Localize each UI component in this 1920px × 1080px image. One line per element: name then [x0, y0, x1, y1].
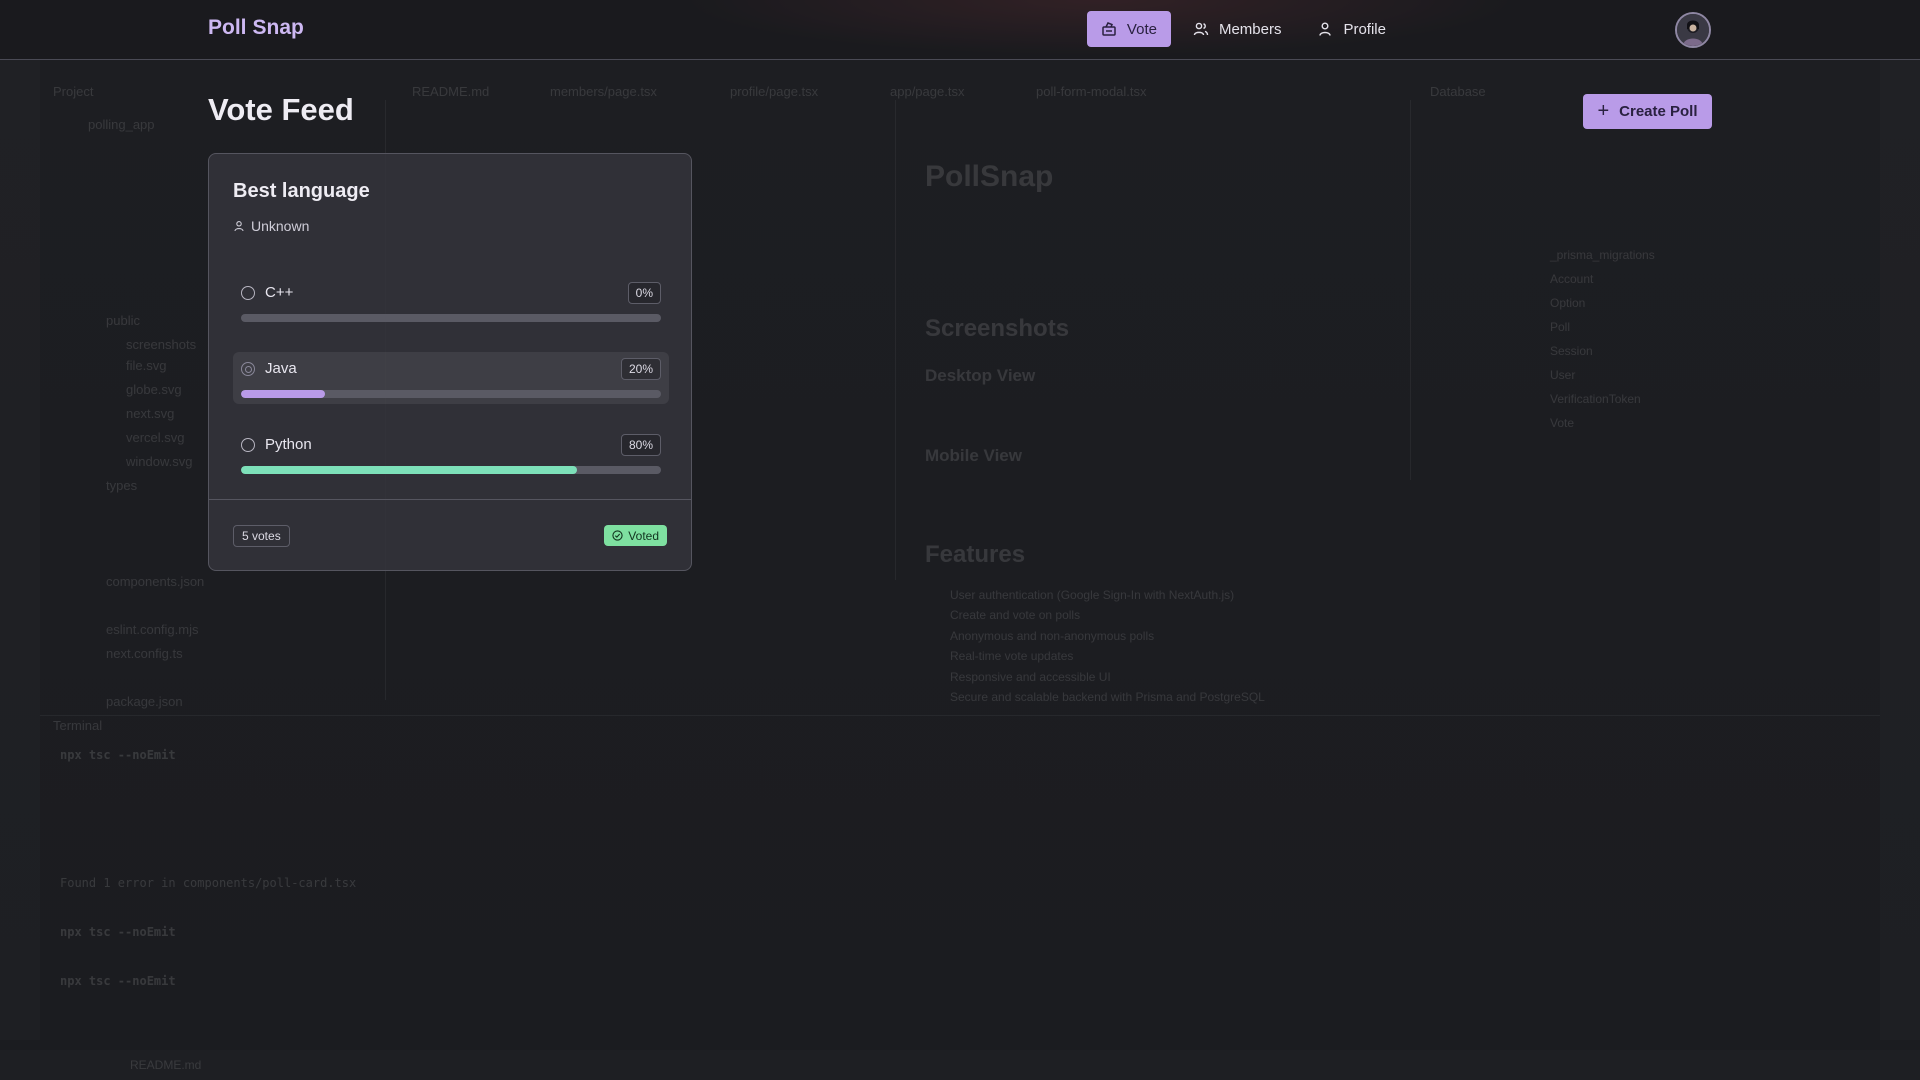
user-icon [1319, 22, 1332, 36]
page-title: Vote Feed [208, 92, 354, 127]
option-percent-badge: 0% [627, 282, 661, 304]
ide-db-table: VerificationToken [1550, 392, 1641, 406]
ide-terminal-line: Found 1 error in components/poll-card.ts… [60, 876, 357, 890]
ide-file: globe.svg [126, 382, 182, 397]
option-radio[interactable] [241, 438, 255, 452]
nav-vote-button[interactable]: Vote [1086, 11, 1171, 47]
brand-word-poll: Poll [208, 16, 247, 39]
ide-root-folder: polling_app [88, 117, 155, 132]
option-radio[interactable] [241, 286, 255, 300]
ide-divider [895, 100, 896, 580]
user-avatar[interactable] [1675, 12, 1711, 48]
ide-preview-section: Desktop View [925, 366, 1036, 385]
app-brand[interactable]: Poll Snap [208, 16, 304, 40]
option-progress-track [241, 314, 661, 322]
user-icon [234, 221, 244, 232]
ide-status-bar [0, 1050, 1920, 1080]
ide-database-label: Database [1430, 84, 1486, 99]
ide-project-label: Project [53, 84, 94, 99]
nav-profile-button[interactable]: Profile [1303, 11, 1400, 47]
top-navbar: Poll Snap Vote Members Profile [0, 0, 1920, 60]
ide-tab: members/page.tsx [550, 84, 657, 99]
ide-divider [1410, 100, 1411, 480]
brand-word-snap: Snap [252, 16, 304, 39]
ide-file: screenshots [126, 337, 197, 352]
option-progress-track [241, 390, 661, 398]
ide-status-file: README.md [130, 1058, 202, 1072]
ide-tab: README.md [412, 84, 490, 99]
ide-file: eslint.config.mjs [106, 622, 199, 637]
option-label: Python [265, 436, 312, 453]
ide-terminal-line: npx tsc --noEmit [60, 974, 176, 988]
ide-feature: Anonymous and non-anonymous polls [950, 629, 1155, 643]
ide-file: types [106, 478, 138, 493]
ballot-box-icon [1102, 22, 1116, 36]
voted-status-badge: Voted [604, 525, 667, 546]
ide-preview-section: Mobile View [925, 446, 1022, 465]
option-progress-fill [241, 466, 577, 474]
nav-vote-label: Vote [1126, 20, 1157, 38]
ide-file: file.svg [126, 358, 167, 373]
plus-icon: + [1597, 99, 1610, 122]
ide-db-table: Poll [1550, 320, 1571, 334]
ide-left-rail [0, 60, 40, 1040]
option-progress-track [241, 466, 661, 474]
avatar-icon [1677, 14, 1709, 46]
poll-option-cpp[interactable]: C++ 0% [233, 276, 669, 328]
ide-terminal-line: npx tsc --noEmit [60, 925, 176, 939]
ide-feature: Create and vote on polls [950, 608, 1081, 622]
poll-option-python[interactable]: Python 80% [233, 428, 669, 480]
ide-db-table: _prisma_migrations [1550, 248, 1655, 262]
option-label: Java [265, 360, 297, 377]
ide-file: next.config.ts [106, 646, 183, 661]
ide-file: package.json [106, 694, 183, 709]
users-icon [1193, 22, 1209, 36]
ide-preview-section: Features [925, 541, 1026, 568]
main-nav: Vote Members Profile [1086, 11, 1400, 47]
poll-option-java[interactable]: Java 20% [233, 352, 669, 404]
ide-file: vercel.svg [126, 430, 185, 445]
option-progress-fill [241, 390, 325, 398]
check-circle-icon [612, 530, 623, 541]
nav-members-label: Members [1218, 20, 1282, 38]
nav-profile-label: Profile [1343, 20, 1386, 38]
ide-db-table: Vote [1550, 416, 1575, 430]
ide-db-table: User [1550, 368, 1576, 382]
ide-divider [40, 715, 1880, 716]
ide-file: window.svg [126, 454, 193, 469]
ide-file: components.json [106, 574, 205, 589]
voted-label: Voted [628, 528, 659, 543]
option-percent-badge: 20% [620, 358, 661, 380]
option-label: C++ [265, 284, 294, 301]
ide-right-rail [1880, 60, 1920, 1040]
ide-tab: profile/page.tsx [730, 84, 819, 99]
ide-feature: Responsive and accessible UI [950, 670, 1111, 684]
ide-terminal-label: Terminal [53, 718, 103, 733]
ide-terminal-line: npx tsc --noEmit [60, 748, 176, 762]
option-radio[interactable] [241, 362, 255, 376]
poll-card: Best language Unknown C++ 0% Java 20% Py… [208, 153, 692, 571]
ide-db-table: Session [1550, 344, 1593, 358]
create-poll-label: Create Poll [1619, 103, 1698, 120]
ide-preview-section: Screenshots [925, 315, 1070, 342]
ide-file: public [106, 313, 140, 328]
ide-feature: User authentication (Google Sign-In with… [950, 588, 1235, 602]
ide-preview-title: PollSnap [925, 160, 1054, 193]
poll-author: Unknown [233, 218, 309, 234]
ide-db-table: Option [1550, 296, 1586, 310]
option-percent-badge: 80% [620, 434, 661, 456]
poll-author-name: Unknown [251, 218, 310, 234]
poll-title: Best language [233, 180, 370, 202]
ide-db-table: Account [1550, 272, 1594, 286]
ide-feature: Secure and scalable backend with Prisma … [950, 690, 1265, 704]
card-divider [209, 499, 691, 500]
votes-count-badge: 5 votes [233, 525, 290, 547]
ide-feature: Real-time vote updates [950, 649, 1074, 663]
create-poll-button[interactable]: + Create Poll [1583, 94, 1712, 129]
ide-file: next.svg [126, 406, 175, 421]
nav-members-button[interactable]: Members [1179, 11, 1296, 47]
ide-tab: app/page.tsx [890, 84, 965, 99]
ide-tab: poll-form-modal.tsx [1036, 84, 1147, 99]
